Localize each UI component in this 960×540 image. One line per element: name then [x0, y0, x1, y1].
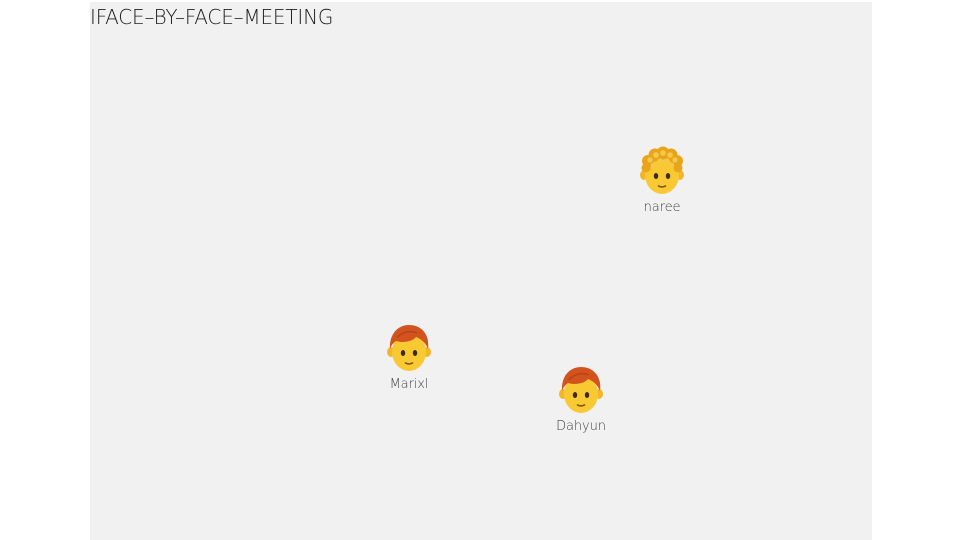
meeting-canvas[interactable]	[90, 2, 872, 540]
person-curly-hair-icon	[640, 146, 684, 194]
participant-name: naree	[643, 200, 681, 215]
participant-naree[interactable]: naree	[617, 145, 707, 216]
participant-marixl[interactable]: Marixl	[364, 322, 454, 393]
page-title: IFACE–BY–FACE–MEETING	[90, 5, 334, 29]
participant-name: Marixl	[389, 377, 429, 392]
person-red-hair-icon	[559, 367, 603, 413]
participant-name: Dahyun	[556, 419, 606, 434]
person-red-hair-icon	[387, 325, 431, 371]
participant-dahyun[interactable]: Dahyun	[536, 364, 626, 435]
